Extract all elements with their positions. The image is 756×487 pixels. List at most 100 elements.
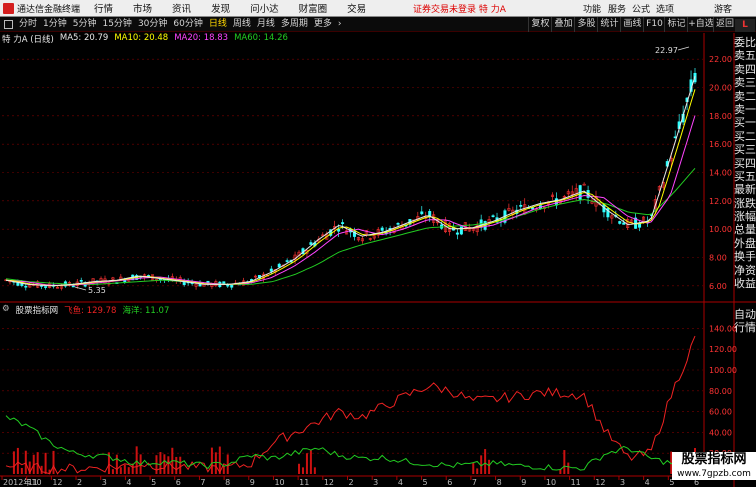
signal-bar — [179, 456, 182, 474]
signal-bar — [135, 446, 138, 474]
quote-tab-17[interactable]: 净资 — [734, 264, 756, 277]
date-tick-label: 2 — [349, 478, 354, 487]
candle-body — [396, 223, 400, 225]
quote-tab-3[interactable]: 卖三 — [734, 76, 756, 89]
sub-indicator-bars — [12, 446, 696, 474]
date-tick-label: 11 — [571, 478, 581, 487]
candle-body — [44, 286, 48, 288]
date-tick-label: 12 — [595, 478, 605, 487]
signal-bar — [123, 464, 126, 474]
quote-tab-8[interactable]: 买三 — [734, 143, 756, 156]
date-tick-label: 3 — [620, 478, 625, 487]
quote-tab-1[interactable]: 卖五 — [734, 49, 756, 62]
quote-tab-5[interactable]: 卖一 — [734, 103, 756, 116]
signal-bar — [167, 456, 170, 474]
signal-bar — [222, 465, 225, 474]
flying-fish-value: 飞鱼: 129.78 — [64, 306, 117, 316]
signal-bar — [563, 450, 566, 474]
price-tick-label: 22.00 — [709, 55, 732, 64]
date-tick-label: 6 — [176, 478, 181, 487]
quote-tab-2[interactable]: 卖四 — [734, 63, 756, 76]
main-indicator-info: 特 力A (日线) MA5: 20.79 MA10: 20.48 MA20: 1… — [2, 33, 288, 45]
candle-body — [491, 215, 495, 217]
quote-tab-14[interactable]: 总量 — [734, 223, 756, 236]
quote-side-tabs: 委比 卖五 卖四 卖三 卖二 卖一 买一 买二 买三 买四 买五 最新 涨跌 涨幅 总量 外盘 换手 净资 收益 — [734, 36, 756, 290]
signal-bar — [16, 447, 19, 474]
watermark-url: www.7gpzb.com — [677, 469, 751, 479]
ma5-value: MA5: 20.79 — [59, 33, 109, 43]
price-tick-label: 6.00 — [709, 282, 727, 291]
gear-icon[interactable]: ⚙ — [2, 304, 10, 316]
signal-bar — [24, 450, 27, 474]
quote-tab-12[interactable]: 涨跌 — [734, 197, 756, 210]
high-price-label: 22.97 — [655, 46, 678, 55]
signal-bar — [52, 450, 55, 474]
date-tick-label: 4 — [398, 478, 403, 487]
candle-body — [71, 285, 75, 288]
candle-body — [420, 211, 424, 215]
quote-tab-7[interactable]: 买二 — [734, 130, 756, 143]
candle-body — [531, 207, 535, 210]
quote-tab-18[interactable]: 收益 — [734, 277, 756, 290]
price-tick-label: 18.00 — [709, 112, 732, 121]
auto-tab-0[interactable]: 自动 — [734, 308, 756, 321]
candlestick-series — [4, 68, 697, 291]
ma20-value: MA20: 18.83 — [174, 33, 229, 43]
signal-bar — [488, 459, 491, 474]
quote-tab-11[interactable]: 最新 — [734, 183, 756, 196]
signal-bar — [305, 453, 308, 474]
chart-grid: 22.00 20.00 18.00 16.00 14.00 12.00 10.00 8.00 6… — [0, 33, 756, 487]
sub-tick-label: 40.00 — [709, 428, 732, 437]
date-tick-label: 4 — [126, 478, 131, 487]
sub-indicator-name[interactable]: 股票指标网 — [16, 304, 59, 316]
date-tick-label: 5 — [423, 478, 428, 487]
high-price-pointer — [677, 46, 690, 51]
date-tick-label: 7 — [200, 478, 205, 487]
signal-bar — [115, 454, 118, 474]
candle-body — [455, 232, 459, 235]
candle-body — [341, 222, 345, 224]
signal-bar — [111, 469, 114, 474]
signal-bar — [484, 449, 487, 474]
quote-tab-10[interactable]: 买五 — [734, 170, 756, 183]
date-tick-label: 2 — [77, 478, 82, 487]
stock-title[interactable]: 特 力A (日线) — [2, 33, 54, 45]
candle-body — [519, 204, 523, 207]
auto-tab-1[interactable]: 行情 — [734, 321, 756, 334]
ma60-line — [5, 167, 696, 285]
quote-tab-4[interactable]: 卖二 — [734, 90, 756, 103]
date-tick-label: 11 — [28, 478, 38, 487]
candle-body — [269, 268, 273, 272]
date-tick-label: 4 — [645, 478, 650, 487]
price-tick-label: 14.00 — [709, 169, 732, 178]
moving-average-lines — [5, 76, 696, 287]
signal-bar — [313, 467, 316, 474]
quote-tab-13[interactable]: 涨幅 — [734, 210, 756, 223]
price-tick-label: 12.00 — [709, 197, 732, 206]
sub-tick-label: 120.00 — [709, 345, 737, 354]
watermark-title: 股票指标网 — [681, 452, 747, 467]
stock-chart[interactable]: 22.00 20.00 18.00 16.00 14.00 12.00 10.00 8.00 6… — [0, 0, 756, 487]
date-tick-label: 7 — [472, 478, 477, 487]
date-tick-label: 9 — [521, 478, 526, 487]
candle-body — [230, 284, 234, 288]
quote-tab-15[interactable]: 外盘 — [734, 237, 756, 250]
date-tick-label: 10 — [546, 478, 556, 487]
corner-badge: L — [735, 19, 755, 32]
ma60-value: MA60: 14.26 — [234, 33, 288, 43]
sub-tick-label: 80.00 — [709, 387, 732, 396]
signal-bar — [472, 462, 475, 474]
quote-tab-9[interactable]: 买四 — [734, 157, 756, 170]
quote-tab-16[interactable]: 换手 — [734, 250, 756, 263]
quote-tab-0[interactable]: 委比 — [734, 36, 756, 49]
signal-bar — [476, 468, 479, 474]
signal-bar — [175, 456, 178, 474]
candle-body — [638, 223, 642, 228]
signal-bar — [163, 454, 166, 474]
price-tick-label: 10.00 — [709, 225, 732, 234]
quote-tab-6[interactable]: 买一 — [734, 116, 756, 129]
sub-indicator-info: ⚙ 股票指标网 飞鱼: 129.78 海洋: 11.07 — [2, 304, 169, 316]
date-tick-label: 8 — [497, 478, 502, 487]
candle-body — [554, 198, 558, 206]
signal-bar — [159, 452, 162, 474]
